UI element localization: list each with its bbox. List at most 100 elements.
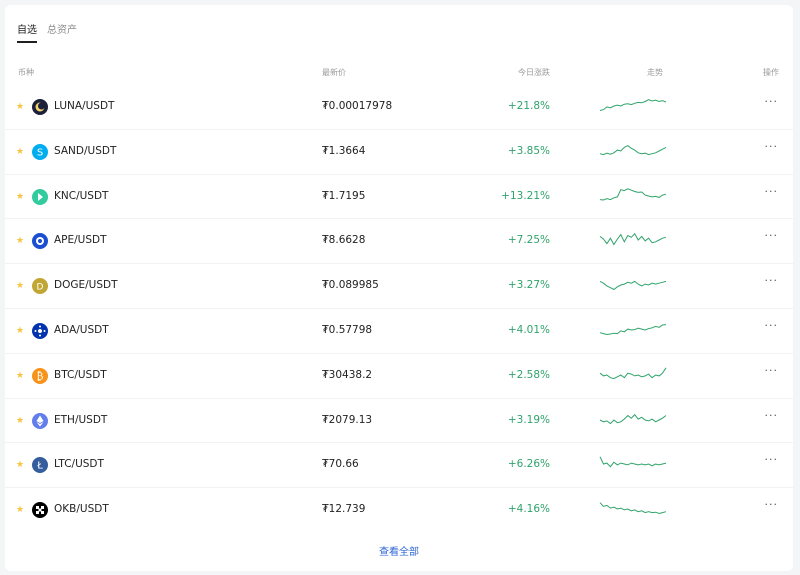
last-price: ₮0.089985 <box>322 279 379 292</box>
favorite-star-icon[interactable]: ★ <box>16 505 26 515</box>
table-row-ada[interactable]: ★ ADA/USDT ₮0.57798 +4.01% ··· <box>5 309 793 354</box>
svg-text:₿: ₿ <box>37 370 44 382</box>
table-row-btc[interactable]: ★ ₿ BTC/USDT ₮30438.2 +2.58% ··· <box>5 354 793 399</box>
table-row-ltc[interactable]: ★ Ł LTC/USDT ₮70.66 +6.26% ··· <box>5 443 793 489</box>
doge-icon: D <box>32 278 48 295</box>
last-price: ₮0.00017978 <box>322 100 393 112</box>
favorite-star-icon[interactable]: ★ <box>16 236 26 246</box>
more-options-icon[interactable]: ··· <box>758 185 778 198</box>
last-price: ₮70.66 <box>322 458 359 471</box>
table-row-luna[interactable]: ★ LUNA/USDT ₮0.00017978 +21.8% ··· <box>5 85 793 130</box>
sparkline-path <box>599 280 667 291</box>
trend-sparkline <box>599 324 667 335</box>
btc-icon: ₿ <box>32 367 48 384</box>
pair-name[interactable]: LTC/USDT <box>54 458 104 470</box>
sparkline-path <box>599 502 667 515</box>
sparkline-path <box>599 233 667 246</box>
table-row-ape[interactable]: ★ APE/USDT ₮8.6628 +7.25% ··· <box>5 219 793 265</box>
trend-sparkline <box>599 367 667 379</box>
more-options-icon[interactable]: ··· <box>758 453 778 466</box>
svg-text:D: D <box>37 283 44 293</box>
svg-text:S: S <box>37 147 43 158</box>
pair-name[interactable]: APE/USDT <box>54 234 107 246</box>
more-options-icon[interactable]: ··· <box>758 409 778 422</box>
last-price: ₮30438.2 <box>322 368 373 381</box>
sparkline-path <box>599 187 667 201</box>
sand-icon: S <box>32 143 48 160</box>
favorite-star-icon[interactable]: ★ <box>16 371 26 381</box>
watchlist-card: 自选 总资产 币种 最新价 今日涨跌 走势 操作 ★ LUNA/USDT ₮0.… <box>5 5 793 571</box>
more-options-icon[interactable]: ··· <box>758 140 778 153</box>
more-options-icon[interactable]: ··· <box>758 274 778 287</box>
more-options-icon[interactable]: ··· <box>758 229 778 242</box>
column-header-action: 操作 <box>763 68 779 77</box>
price-change: +6.26% <box>507 458 550 471</box>
last-price: ₮12.739 <box>322 503 366 516</box>
trend-sparkline <box>599 413 667 424</box>
table-row-knc[interactable]: ★ KNC/USDT ₮1.7195 +13.21% ··· <box>5 175 793 220</box>
favorite-star-icon[interactable]: ★ <box>16 102 26 112</box>
trend-sparkline <box>599 502 667 515</box>
table-header: 币种 最新价 今日涨跌 走势 操作 <box>5 67 793 81</box>
trend-sparkline <box>599 99 667 111</box>
favorite-star-icon[interactable]: ★ <box>16 281 26 291</box>
price-change: +4.16% <box>507 503 550 516</box>
price-change: +2.58% <box>507 368 550 381</box>
pair-name[interactable]: SAND/USDT <box>54 145 116 157</box>
pair-name[interactable]: LUNA/USDT <box>54 100 114 112</box>
favorite-star-icon[interactable]: ★ <box>16 192 26 202</box>
table-row-doge[interactable]: ★ D DOGE/USDT ₮0.089985 +3.27% ··· <box>5 264 793 309</box>
trend-sparkline <box>599 187 667 201</box>
sparkline-path <box>599 99 667 111</box>
knc-icon <box>32 188 48 205</box>
favorite-star-icon[interactable]: ★ <box>16 416 26 426</box>
last-price: ₮0.57798 <box>322 323 373 336</box>
favorite-star-icon[interactable]: ★ <box>16 460 26 470</box>
table-row-okb[interactable]: ★ OKB/USDT ₮12.739 +4.16% ··· <box>5 488 793 533</box>
last-price: ₮8.6628 <box>322 234 366 247</box>
favorite-star-icon[interactable]: ★ <box>16 326 26 336</box>
tab-watchlist[interactable]: 自选 <box>17 21 37 43</box>
price-change: +13.21% <box>501 189 550 202</box>
table-row-sand[interactable]: ★ S SAND/USDT ₮1.3664 +3.85% ··· <box>5 130 793 175</box>
more-options-icon[interactable]: ··· <box>758 498 778 511</box>
pair-name[interactable]: OKB/USDT <box>54 503 109 515</box>
ltc-icon: Ł <box>32 457 48 474</box>
pair-name[interactable]: ETH/USDT <box>54 414 107 426</box>
more-options-icon[interactable]: ··· <box>758 95 778 108</box>
column-header-trend: 走势 <box>647 68 663 77</box>
pair-name[interactable]: KNC/USDT <box>54 190 108 202</box>
sparkline-path <box>599 367 667 379</box>
trend-sparkline <box>599 233 667 246</box>
eth-icon <box>32 412 48 429</box>
tab-total-assets[interactable]: 总资产 <box>47 21 77 43</box>
more-options-icon[interactable]: ··· <box>758 364 778 377</box>
trend-sparkline <box>599 144 667 155</box>
ape-icon <box>32 233 48 250</box>
price-change: +3.85% <box>507 144 550 157</box>
luna-icon <box>32 99 48 115</box>
more-options-icon[interactable]: ··· <box>758 319 778 332</box>
pair-name[interactable]: DOGE/USDT <box>54 279 118 291</box>
price-change: +4.01% <box>507 323 550 336</box>
svg-text:Ł: Ł <box>36 461 43 472</box>
price-change: +3.27% <box>507 279 550 292</box>
column-header-change: 今日涨跌 <box>518 68 550 77</box>
tab-bar: 自选 总资产 <box>17 21 77 43</box>
pair-name[interactable]: ADA/USDT <box>54 324 109 336</box>
okb-icon <box>32 502 48 519</box>
price-change: +7.25% <box>507 234 550 247</box>
view-all-link[interactable]: 查看全部 <box>5 543 793 558</box>
sparkline-path <box>599 413 667 424</box>
last-price: ₮1.3664 <box>322 144 366 157</box>
column-header-price: 最新价 <box>322 68 346 77</box>
trend-sparkline <box>599 456 667 468</box>
table-row-eth[interactable]: ★ ETH/USDT ₮2079.13 +3.19% ··· <box>5 399 793 444</box>
price-change: +21.8% <box>507 100 550 112</box>
sparkline-path <box>599 456 667 468</box>
column-header-coin: 币种 <box>18 68 34 77</box>
favorite-star-icon[interactable]: ★ <box>16 147 26 157</box>
sparkline-path <box>599 144 667 155</box>
pair-name[interactable]: BTC/USDT <box>54 369 107 381</box>
price-change: +3.19% <box>507 413 550 426</box>
